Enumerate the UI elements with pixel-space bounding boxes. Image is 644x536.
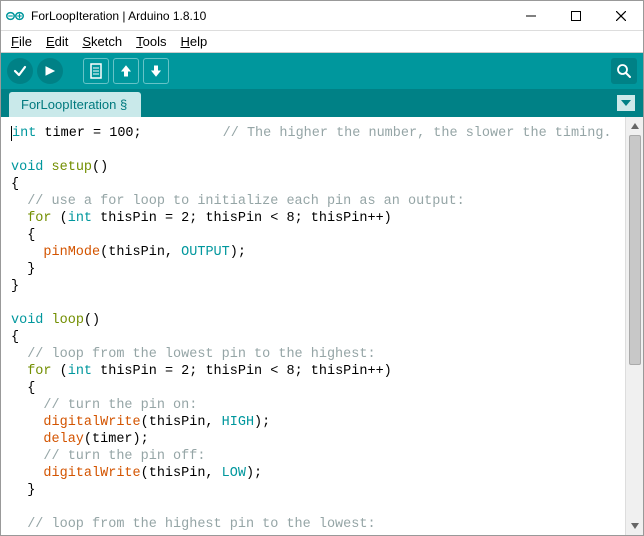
code-token [11,364,27,379]
close-button[interactable] [598,1,643,30]
code-comment: // loop from the highest pin to the lowe… [11,517,376,532]
tab-menu-button[interactable] [617,95,635,111]
minimize-button[interactable] [508,1,553,30]
code-token: } [11,262,35,277]
code-token: (thisPin, [100,245,181,260]
scroll-up-icon[interactable] [626,117,643,135]
titlebar: ForLoopIteration | Arduino 1.8.10 [1,1,643,31]
code-token: for [27,211,51,226]
code-token: (thisPin, [141,415,222,430]
code-token: pinMode [43,245,100,260]
code-token: ); [254,415,270,430]
code-token: for [27,364,51,379]
code-token [11,466,43,481]
menu-tools[interactable]: Tools [130,32,172,51]
code-token: (timer); [84,432,149,447]
vertical-scrollbar[interactable] [625,117,643,535]
code-token: } [11,279,19,294]
toolbar [1,53,643,89]
code-token: thisPin = 2; thisPin < 8; thisPin++) [92,364,392,379]
code-token: timer = 100; [36,126,222,141]
code-editor[interactable]: int timer = 100; // The higher the numbe… [1,117,625,535]
code-comment: // turn the pin off: [11,449,205,464]
code-token: ); [230,245,246,260]
code-token: setup [52,160,93,175]
code-token: void [11,160,43,175]
code-token: { [11,177,19,192]
code-token: ( [52,211,68,226]
code-token: { [11,228,35,243]
code-token: int [68,364,92,379]
menu-sketch[interactable]: Sketch [76,32,128,51]
code-comment: // The higher the number, the slower the… [223,126,612,141]
code-token: ); [246,466,262,481]
code-token: int [12,126,36,141]
arduino-logo-icon [1,1,29,30]
menu-edit[interactable]: Edit [40,32,74,51]
menu-help[interactable]: Help [174,32,213,51]
code-token: loop [52,313,84,328]
code-token [11,245,43,260]
verify-button[interactable] [7,58,33,84]
window-title: ForLoopIteration | Arduino 1.8.10 [29,9,508,23]
scroll-down-icon[interactable] [626,517,643,535]
code-token: LOW [222,466,246,481]
maximize-button[interactable] [553,1,598,30]
code-token: thisPin = 2; thisPin < 8; thisPin++) [92,211,392,226]
open-button[interactable] [113,58,139,84]
code-token [11,432,43,447]
menubar: File Edit Sketch Tools Help [1,31,643,53]
code-token: () [84,313,100,328]
code-token: { [11,330,19,345]
code-comment: // loop from the lowest pin to the highe… [11,347,376,362]
code-token [11,211,27,226]
new-button[interactable] [83,58,109,84]
tabstrip: ForLoopIteration § [1,89,643,117]
code-token: ( [52,364,68,379]
code-token: digitalWrite [43,466,140,481]
code-token: HIGH [222,415,254,430]
save-button[interactable] [143,58,169,84]
upload-button[interactable] [37,58,63,84]
code-token: int [68,211,92,226]
menu-file[interactable]: File [5,32,38,51]
code-comment: // turn the pin on: [11,398,197,413]
scroll-thumb[interactable] [629,135,641,365]
tab-sketch[interactable]: ForLoopIteration § [9,92,141,117]
code-token: () [92,160,108,175]
code-token: void [11,313,43,328]
code-token [11,415,43,430]
code-token: digitalWrite [43,415,140,430]
code-token: { [11,381,35,396]
code-token: OUTPUT [181,245,230,260]
code-token: } [11,483,35,498]
editor-area: int timer = 100; // The higher the numbe… [1,117,643,535]
serial-monitor-button[interactable] [611,58,637,84]
code-token: delay [43,432,84,447]
code-comment: // use a for loop to initialize each pin… [11,194,465,209]
code-token: (thisPin, [141,466,222,481]
scroll-track[interactable] [626,135,643,517]
